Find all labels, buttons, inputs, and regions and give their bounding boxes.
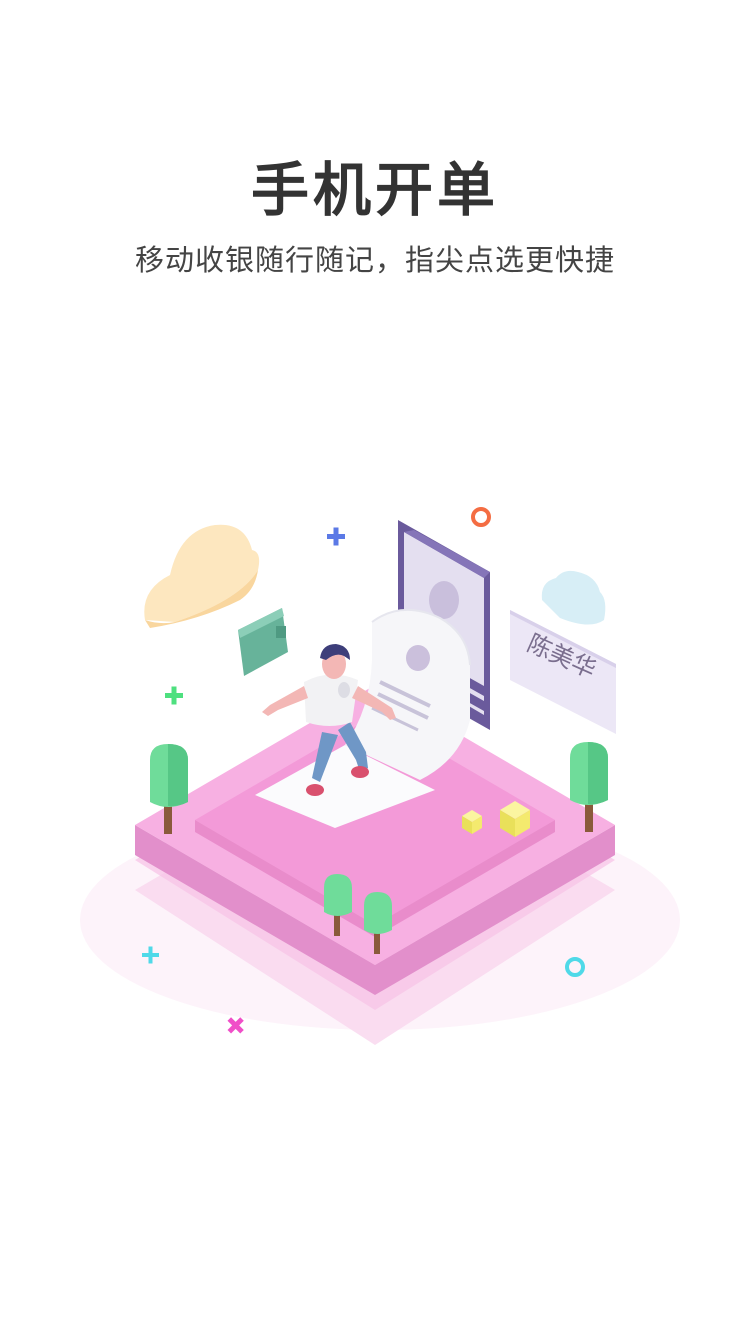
name-card: 陈美华: [510, 610, 616, 734]
onboarding-screen: 手机开单 移动收银随行随记，指尖点选更快捷 陈美华: [0, 0, 750, 1334]
cloud-right-icon: [541, 570, 606, 625]
wallet-icon: [238, 608, 288, 676]
ring-orange-icon: [471, 507, 491, 527]
plus-green-icon: [165, 686, 183, 705]
page-subtitle: 移动收银随行随记，指尖点选更快捷: [134, 243, 615, 277]
hero-illustration: 陈美华: [0, 460, 750, 1100]
plus-blue-icon: [327, 527, 345, 546]
page-title: 手机开单: [250, 156, 499, 224]
cloud-left-icon: [144, 524, 260, 628]
